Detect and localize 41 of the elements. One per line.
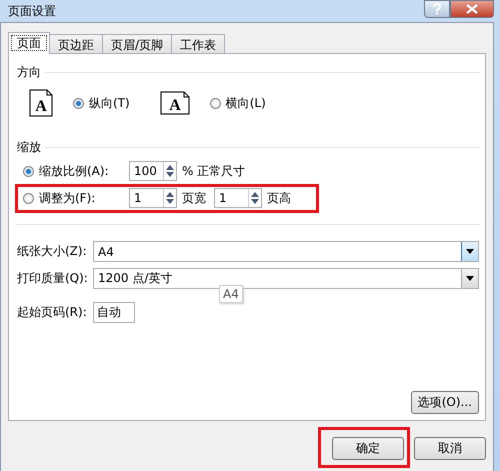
portrait-page-icon: A xyxy=(29,89,53,117)
print-quality-dropdown[interactable]: 1200 点/英寸 xyxy=(93,268,479,289)
dropdown-arrow-icon xyxy=(466,276,474,281)
unit-label: 页高 xyxy=(267,190,291,206)
up-arrow-icon xyxy=(251,192,259,197)
field-label: 打印质量(Q): xyxy=(17,270,89,287)
dropdown-arrow-icon xyxy=(466,249,474,254)
dialog-button[interactable]: 确定 xyxy=(332,437,404,460)
landscape-page-icon: A xyxy=(160,91,190,115)
help-button[interactable] xyxy=(424,0,450,18)
tab[interactable]: 页眉/页脚 xyxy=(102,34,172,53)
tab[interactable]: 页边距 xyxy=(49,34,103,53)
number-spinner[interactable]: 100 xyxy=(129,161,177,181)
field-label: 纸张大小(Z): xyxy=(17,243,88,260)
up-arrow-icon xyxy=(166,165,174,170)
tab[interactable]: 工作表 xyxy=(171,34,226,53)
section-heading: 缩放 xyxy=(17,139,41,156)
paper-size-dropdown[interactable]: A4 xyxy=(93,241,479,262)
unit-label: 页宽 xyxy=(182,190,206,206)
down-arrow-icon xyxy=(166,199,174,204)
section-heading: 方向 xyxy=(17,64,41,81)
up-arrow-icon xyxy=(166,192,174,197)
dialog-button[interactable]: 取消 xyxy=(414,437,486,460)
radio-button[interactable]: 调整为(F): xyxy=(23,190,125,206)
number-spinner[interactable]: 1 xyxy=(129,188,177,208)
down-arrow-icon xyxy=(166,172,174,177)
radio-button[interactable]: 横向(L) xyxy=(210,94,266,112)
options-button[interactable]: 选项(O)... xyxy=(410,391,479,414)
radio-button[interactable]: 缩放比例(A): xyxy=(23,162,125,180)
first-page-number-field[interactable]: 自动 xyxy=(93,302,135,323)
unit-label: % 正常尺寸 xyxy=(182,162,246,180)
down-arrow-icon xyxy=(251,199,259,204)
tooltip: A4 xyxy=(219,285,243,303)
field-label: 起始页码(R): xyxy=(17,304,88,321)
help-icon xyxy=(432,3,442,15)
tab[interactable]: 页面 xyxy=(8,32,50,54)
window-title: 页面设置 xyxy=(8,3,56,20)
close-button[interactable] xyxy=(450,0,494,18)
radio-button[interactable]: 纵向(T) xyxy=(73,94,130,112)
close-icon xyxy=(466,4,478,14)
number-spinner[interactable]: 1 xyxy=(214,188,262,208)
